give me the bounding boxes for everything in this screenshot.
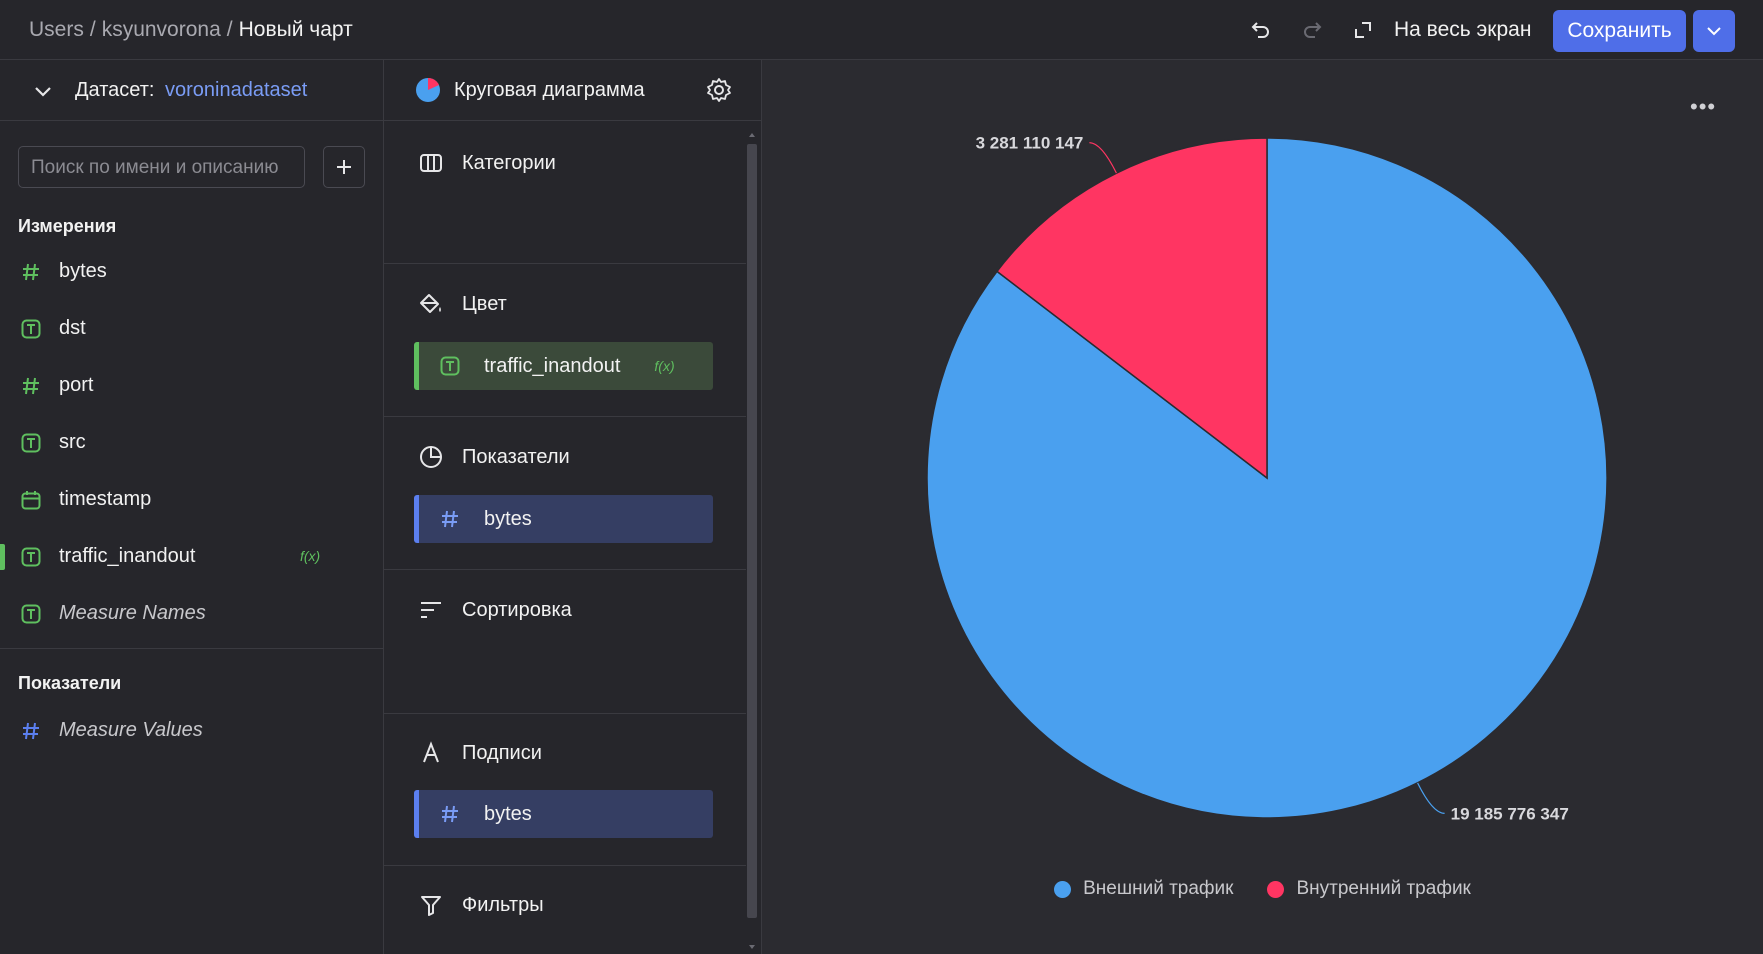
- chart-legend: Внешний трафик Внутренний трафик: [762, 878, 1763, 900]
- legend-item[interactable]: Внутренний трафик: [1267, 878, 1471, 900]
- clock-pie-icon: [418, 444, 444, 470]
- pie-chart: 19 185 776 347 3 281 110 147: [926, 134, 1608, 823]
- text-type-icon: [439, 355, 461, 377]
- number-icon: [439, 508, 461, 530]
- dimension-item[interactable]: bytes: [0, 249, 383, 295]
- breadcrumb-user-folder[interactable]: ksyunvorona: [102, 18, 221, 41]
- legend-swatch: [1054, 880, 1072, 898]
- text-type-icon: [20, 318, 42, 340]
- dimension-item-selected[interactable]: traffic_inandout f(x): [0, 534, 383, 580]
- letter-a-icon: [418, 740, 444, 766]
- calendar-icon: [20, 489, 42, 511]
- number-icon: [20, 261, 42, 283]
- filter-icon: [418, 892, 444, 918]
- formula-badge: f(x): [654, 358, 675, 374]
- pie-chart-icon: [416, 77, 440, 102]
- dimension-item[interactable]: port: [0, 363, 383, 409]
- add-field-button[interactable]: [323, 146, 365, 188]
- scroll-up-icon[interactable]: [747, 130, 757, 140]
- breadcrumb: Users / ksyunvorona / Новый чарт: [29, 18, 353, 41]
- section-divider: [384, 569, 746, 570]
- undo-icon[interactable]: [1248, 17, 1274, 43]
- color-field-pill[interactable]: traffic_inandout f(x): [414, 342, 713, 390]
- chevron-down-icon: [1707, 27, 1721, 36]
- chart-area: ••• 19 185 776 347 3 281 110 147 Внешний …: [762, 60, 1763, 954]
- section-divider: [384, 416, 746, 417]
- search-input[interactable]: Поиск по имени и описанию: [18, 146, 305, 188]
- paint-bucket-icon: [418, 291, 444, 317]
- dataset-panel: Датасет: voroninadataset Поиск по имени …: [0, 60, 384, 954]
- legend-item[interactable]: Внешний трафик: [1054, 878, 1233, 900]
- data-label: 19 185 776 347: [1451, 804, 1569, 823]
- formula-badge: f(x): [300, 548, 321, 564]
- text-type-icon: [20, 432, 42, 454]
- plus-icon: [337, 160, 351, 174]
- breadcrumb-users[interactable]: Users: [29, 18, 84, 41]
- chevron-down-icon[interactable]: [32, 80, 54, 102]
- visualization-panel: Круговая диаграмма Категории Цвет traffi…: [384, 60, 762, 954]
- section-categories: Категории: [462, 152, 556, 174]
- chart-type-label: Круговая диаграмма: [454, 79, 645, 101]
- save-button[interactable]: Сохранить: [1553, 10, 1686, 52]
- section-divider: [384, 865, 746, 866]
- dimensions-title: Измерения: [18, 216, 117, 236]
- legend-swatch: [1267, 880, 1285, 898]
- measures-title: Показатели: [18, 673, 122, 693]
- dataset-row[interactable]: Датасет: voroninadataset: [0, 60, 383, 121]
- scrollbar-thumb[interactable]: [747, 144, 757, 918]
- section-divider: [384, 263, 746, 264]
- top-bar: Users / ksyunvorona / Новый чарт На весь экр…: [0, 0, 1763, 60]
- data-label-connector: [1089, 142, 1117, 174]
- scroll-down-icon[interactable]: [747, 942, 757, 952]
- text-type-icon: [20, 603, 42, 625]
- dataset-link[interactable]: voroninadataset: [165, 79, 307, 102]
- section-labels: Подписи: [462, 742, 542, 764]
- section-sorting: Сортировка: [462, 599, 572, 621]
- redo-icon[interactable]: [1299, 17, 1325, 43]
- dimension-item[interactable]: timestamp: [0, 477, 383, 523]
- section-divider: [384, 713, 746, 714]
- dataset-label: Датасет:: [75, 79, 155, 101]
- scrollbar[interactable]: [747, 130, 757, 954]
- data-label-connector: [1417, 782, 1445, 814]
- dimension-item[interactable]: src: [0, 420, 383, 466]
- selection-marker: [0, 544, 5, 570]
- sort-icon: [418, 597, 444, 623]
- number-icon: [20, 720, 42, 742]
- measure-field-pill[interactable]: bytes: [414, 495, 713, 543]
- section-measures: Показатели: [462, 446, 570, 468]
- data-label: 3 281 110 147: [976, 134, 1084, 153]
- legend-label: Внутренний трафик: [1296, 878, 1471, 899]
- save-options-button[interactable]: [1693, 10, 1735, 52]
- text-type-icon: [20, 546, 42, 568]
- number-icon: [20, 375, 42, 397]
- section-color: Цвет: [462, 293, 507, 315]
- dimension-item[interactable]: dst: [0, 306, 383, 352]
- label-field-pill[interactable]: bytes: [414, 790, 713, 838]
- columns-icon: [418, 150, 444, 176]
- section-filters: Фильтры: [462, 894, 544, 916]
- measure-item[interactable]: Measure Values: [0, 708, 383, 754]
- number-icon: [439, 803, 461, 825]
- fullscreen-icon[interactable]: [1350, 17, 1376, 43]
- chart-title[interactable]: Новый чарт: [239, 18, 353, 41]
- dimension-item[interactable]: Measure Names: [0, 591, 383, 637]
- fullscreen-button[interactable]: На весь экран: [1394, 18, 1531, 42]
- chart-type-selector[interactable]: Круговая диаграмма: [384, 60, 761, 121]
- legend-label: Внешний трафик: [1083, 878, 1234, 899]
- section-divider: [0, 648, 383, 649]
- gear-icon[interactable]: [706, 77, 732, 103]
